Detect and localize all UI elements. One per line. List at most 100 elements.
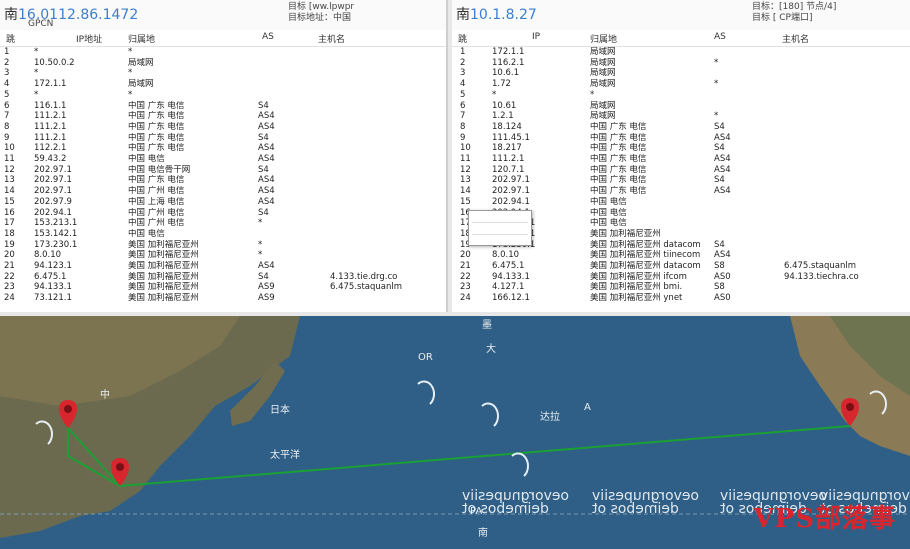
table-row[interactable]: 21 6.475.1 美国 加利福尼亚州 datacom S8 6.475.staqua… xyxy=(452,261,910,271)
table-row[interactable]: 4 1.72 局域网 * xyxy=(452,79,910,89)
table-row[interactable]: 8 111.2.1 中国 广东 电信 AS4 xyxy=(0,122,446,132)
hop-ip: 1.72 xyxy=(492,79,511,90)
table-row[interactable]: 12 120.7.1 中国 广东 电信 AS4 xyxy=(452,165,910,175)
hop-as: S4 xyxy=(714,239,725,250)
hop-number: 3 xyxy=(460,68,466,79)
table-row[interactable]: 3 * * xyxy=(0,68,446,78)
table-row[interactable]: 6 116.1.1 中国 广东 电信 S4 xyxy=(0,101,446,111)
table-row[interactable]: 22 6.475.1 美国 加利福尼亚州 S4 4.133.tie.drg.co xyxy=(0,272,446,282)
hop-number: 15 xyxy=(4,196,15,207)
table-row[interactable]: 22 94.133.1 美国 加利福尼亚州 ifcom AS0 94.133.tiech… xyxy=(452,272,910,282)
table-row[interactable]: 20 8.0.10 美国 加利福尼亚州 tiinecom AS4 xyxy=(452,250,910,260)
table-row[interactable]: 14 202.97.1 中国 广州 电信 AS4 xyxy=(0,186,446,196)
hop-ip: 153.213.1 xyxy=(34,218,78,229)
hop-ip: 18.217 xyxy=(492,143,522,154)
table-row[interactable]: 3 10.6.1 局域网 xyxy=(452,68,910,78)
table-row[interactable]: 14 202.97.1 中国 广东 电信 AS4 xyxy=(452,186,910,196)
table-row[interactable]: 11 59.43.2 中国 电信 AS4 xyxy=(0,154,446,164)
table-row[interactable]: 13 202.97.1 中国 广东 电信 S4 xyxy=(452,175,910,185)
hop-ip: 116.1.1 xyxy=(34,100,67,111)
hop-number: 8 xyxy=(4,121,10,132)
col-hop: 跳 xyxy=(6,35,16,45)
hop-ip: 94.133.1 xyxy=(492,271,530,282)
table-row[interactable]: 1 * * xyxy=(0,47,446,57)
hop-as: AS4 xyxy=(714,186,731,197)
right-subtitle-2: 目标 [ CP端口] xyxy=(752,13,813,23)
hop-location: 中国 广东 电信 xyxy=(128,121,185,132)
table-row[interactable]: 9 111.2.1 中国 广东 电信 S4 xyxy=(0,133,446,143)
map-label: 南 xyxy=(478,528,488,539)
hop-ip: 120.7.1 xyxy=(492,164,525,175)
hop-location: 中国 电信骨干网 xyxy=(128,164,191,175)
hover-tooltip xyxy=(468,210,532,246)
table-row[interactable]: 2 116.2.1 局域网 * xyxy=(452,58,910,68)
col-hostname: 主机名 xyxy=(318,35,346,45)
hop-number: 15 xyxy=(460,196,471,207)
hop-as: S4 xyxy=(258,164,269,175)
table-row[interactable]: 17 153.213.1 中国 广州 电信 * xyxy=(0,218,446,228)
table-row[interactable]: 12 202.97.1 中国 电信骨干网 S4 xyxy=(0,165,446,175)
hop-location: 局域网 xyxy=(590,68,616,79)
col-as: AS xyxy=(262,32,274,42)
hop-as: AS9 xyxy=(258,282,275,293)
table-row[interactable]: 9 111.45.1 中国 广东 电信 AS4 xyxy=(452,133,910,143)
hop-number: 24 xyxy=(4,293,15,304)
table-row[interactable]: 21 94.123.1 美国 加利福尼亚州 AS4 xyxy=(0,261,446,271)
hop-number: 7 xyxy=(460,111,466,122)
hop-hostname: 6.475.staquanlm xyxy=(330,282,403,293)
hop-as: S8 xyxy=(714,282,725,293)
table-row[interactable]: 10 112.2.1 中国 广东 电信 AS4 xyxy=(0,143,446,153)
hop-location: * xyxy=(128,47,133,57)
map-label: A xyxy=(584,402,591,413)
hop-as: AS4 xyxy=(258,154,275,164)
table-row[interactable]: 5 * * xyxy=(452,90,910,100)
col-location: 归属地 xyxy=(590,35,618,45)
table-row[interactable]: 7 1.2.1 局域网 * xyxy=(452,111,910,121)
table-row[interactable]: 19 173.230.1 美国 加利福尼亚州 * xyxy=(0,240,446,250)
hop-number: 16 xyxy=(4,207,15,218)
hop-number: 17 xyxy=(4,218,15,229)
hop-location: 中国 广东 电信 xyxy=(590,164,647,175)
hop-location: 中国 广东 电信 xyxy=(128,100,185,111)
route-map[interactable]: 中 日本 太平洋 墨 大 达拉 A OR PA 南 deimebos ot de… xyxy=(0,316,910,549)
hop-ip: * xyxy=(492,89,497,100)
table-row[interactable]: 10 18.217 中国 广东 电信 S4 xyxy=(452,143,910,153)
hop-number: 13 xyxy=(460,175,471,186)
hop-number: 20 xyxy=(4,250,15,261)
table-row[interactable]: 5 * * xyxy=(0,90,446,100)
hop-location: 美国 加利福尼亚州 xyxy=(128,250,199,261)
hop-ip: 202.94.1 xyxy=(34,207,72,218)
table-row[interactable]: 15 202.97.9 中国 上海 电信 AS4 xyxy=(0,197,446,207)
table-row[interactable]: 13 202.97.1 中国 广东 电信 AS4 xyxy=(0,175,446,185)
table-row[interactable]: 1 172.1.1 局域网 xyxy=(452,47,910,57)
hop-location: 中国 广东 电信 xyxy=(128,132,185,143)
table-row[interactable]: 7 111.2.1 中国 广东 电信 AS4 xyxy=(0,111,446,121)
table-row[interactable]: 16 202.94.1 中国 广州 电信 S4 xyxy=(0,208,446,218)
table-row[interactable]: 8 18.124 中国 广东 电信 S4 xyxy=(452,122,910,132)
hop-ip: 153.142.1 xyxy=(34,228,78,239)
table-row[interactable]: 18 153.142.1 中国 电信 xyxy=(0,229,446,239)
table-row[interactable]: 20 8.0.10 美国 加利福尼亚州 * xyxy=(0,250,446,260)
hop-ip: 10.6.1 xyxy=(492,68,520,79)
table-row[interactable]: 4 172.1.1 局域网 xyxy=(0,79,446,89)
tooltip-line xyxy=(472,224,528,235)
table-row[interactable]: 11 111.2.1 中国 广东 电信 AS4 xyxy=(452,154,910,164)
hop-number: 8 xyxy=(460,121,466,132)
watermark: VPS部落事 xyxy=(753,504,896,534)
table-row[interactable]: 23 4.127.1 美国 加利福尼亚州 bmi. S8 xyxy=(452,282,910,292)
table-row[interactable]: 15 202.94.1 中国 电信 xyxy=(452,197,910,207)
table-row[interactable]: 24 166.12.1 美国 加利福尼亚州 ynet AS0 xyxy=(452,293,910,303)
hop-as: S8 xyxy=(714,261,725,271)
hop-hostname: 6.475.staquanlm xyxy=(784,261,857,271)
table-row[interactable]: 23 94.133.1 美国 加利福尼亚州 AS9 6.475.staquanlm xyxy=(0,282,446,292)
hop-number: 21 xyxy=(4,261,15,271)
hop-location: 中国 广东 电信 xyxy=(590,143,647,154)
table-row[interactable]: 6 10.61 局域网 xyxy=(452,101,910,111)
hop-ip: 6.475.1 xyxy=(34,271,67,282)
map-label: 大 xyxy=(486,344,496,355)
hop-ip: 8.0.10 xyxy=(34,250,62,261)
hop-number: 12 xyxy=(460,164,471,175)
table-row[interactable]: 2 10.50.0.2 局域网 xyxy=(0,58,446,68)
hop-location: 美国 加利福尼亚州 ifcom xyxy=(590,271,687,282)
table-row[interactable]: 24 73.121.1 美国 加利福尼亚州 AS9 xyxy=(0,293,446,303)
